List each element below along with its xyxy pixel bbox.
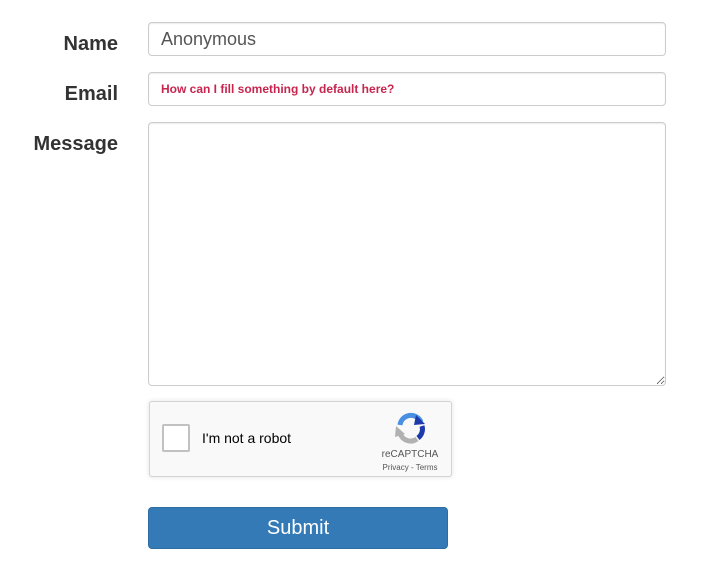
recaptcha-links: Privacy - Terms (370, 463, 450, 473)
privacy-link[interactable]: Privacy (383, 463, 409, 472)
submit-button[interactable]: Submit (148, 507, 448, 549)
name-input[interactable] (148, 22, 666, 56)
name-label: Name (63, 33, 118, 55)
recaptcha-widget: I'm not a robot reCAPTCHA Privacy - Term… (149, 401, 452, 477)
recaptcha-checkbox-label: I'm not a robot (202, 430, 292, 446)
email-label: Email (64, 83, 118, 105)
recaptcha-checkbox[interactable] (162, 424, 190, 452)
email-input[interactable] (148, 72, 666, 106)
terms-link[interactable]: Terms (416, 463, 438, 472)
message-textarea[interactable] (148, 122, 666, 386)
recaptcha-logo-icon (395, 412, 425, 444)
recaptcha-brand: reCAPTCHA (381, 449, 439, 460)
message-label: Message (33, 133, 119, 155)
contact-form: Name Email Message I'm not a robot reCAP… (0, 0, 722, 576)
links-separator: - (408, 463, 416, 472)
